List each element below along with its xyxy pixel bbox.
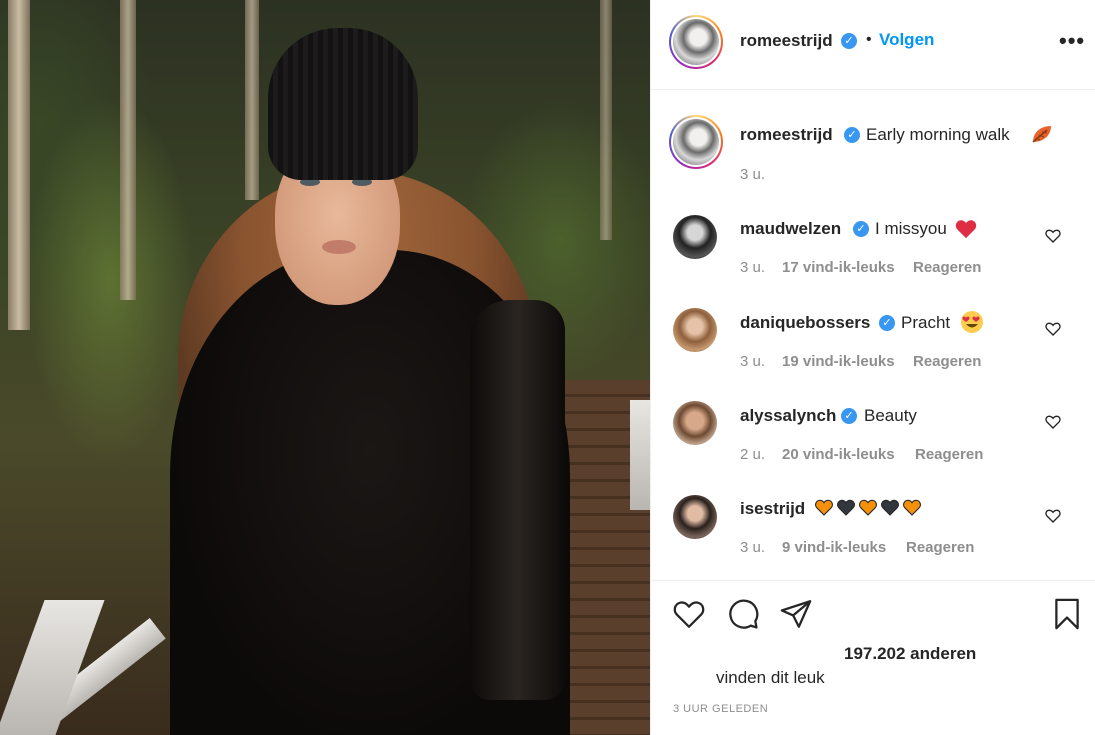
- caption-text: Early morning walk: [866, 125, 1010, 144]
- comment-text: I missyou: [875, 219, 947, 238]
- comment-likes[interactable]: 19 vind-ik-leuks: [782, 353, 895, 370]
- comment-text: Beauty: [864, 406, 917, 425]
- comment-avatar[interactable]: [673, 215, 717, 259]
- comment-likes[interactable]: 17 vind-ik-leuks: [782, 259, 895, 276]
- verified-badge-icon: ✓: [879, 315, 895, 331]
- comment-time: 3 u.: [740, 259, 766, 276]
- reply-button[interactable]: Reageren: [906, 539, 974, 556]
- heart-icon[interactable]: [672, 597, 706, 631]
- comment-username[interactable]: alyssalynch: [740, 406, 836, 426]
- post-timestamp[interactable]: 3 UUR GELEDEN: [673, 703, 768, 715]
- verified-badge-icon: ✓: [841, 408, 857, 424]
- caption-username[interactable]: romeestrijd: [740, 125, 833, 145]
- hearts-emoji-row-icon: [815, 499, 925, 520]
- share-icon[interactable]: [779, 597, 813, 631]
- tree-trunk: [245, 0, 259, 200]
- railing-post: [630, 400, 650, 510]
- reply-button[interactable]: Reageren: [915, 446, 983, 463]
- separator-dot: •: [866, 31, 872, 48]
- orange-heart-icon: [815, 499, 833, 516]
- coat-sleeve: [470, 300, 565, 700]
- tree-trunk: [600, 0, 612, 240]
- avatar: [673, 19, 719, 65]
- likes-suffix: vinden dit leuk: [716, 668, 825, 687]
- caption-time: 3 u.: [740, 166, 766, 183]
- post-header: romeestrijd ✓ • Volgen •••: [651, 0, 1095, 90]
- caption-avatar[interactable]: [669, 115, 723, 169]
- red-heart-emoji-icon: [955, 219, 977, 244]
- tree-trunk: [8, 0, 30, 330]
- beanie: [268, 28, 418, 180]
- comment-icon[interactable]: [726, 597, 760, 631]
- like-comment-heart-icon[interactable]: [1045, 508, 1061, 524]
- likes-count[interactable]: 197.202 anderen: [844, 644, 976, 664]
- comment-username[interactable]: isestrijd: [740, 499, 805, 519]
- comment-username[interactable]: daniquebossers: [740, 313, 870, 333]
- comment-time: 2 u.: [740, 446, 766, 463]
- like-comment-heart-icon[interactable]: [1045, 321, 1061, 337]
- comment-avatar[interactable]: [673, 308, 717, 352]
- bookmark-icon[interactable]: [1050, 597, 1084, 631]
- avatar: [673, 119, 719, 165]
- verified-badge-icon: ✓: [841, 33, 857, 49]
- author-avatar[interactable]: [669, 15, 723, 69]
- follow-button[interactable]: Volgen: [879, 30, 934, 50]
- like-comment-heart-icon[interactable]: [1045, 228, 1061, 244]
- orange-heart-icon: [859, 499, 877, 516]
- verified-badge-icon: ✓: [853, 221, 869, 237]
- black-heart-icon: [881, 499, 899, 516]
- verified-badge-icon: ✓: [844, 127, 860, 143]
- author-username[interactable]: romeestrijd: [740, 31, 833, 51]
- leaf-icon: [1031, 124, 1053, 144]
- like-comment-heart-icon[interactable]: [1045, 414, 1061, 430]
- reply-button[interactable]: Reageren: [913, 353, 981, 370]
- heart-eyes-emoji-icon: [960, 310, 984, 339]
- comment-time: 3 u.: [740, 539, 766, 556]
- reply-button[interactable]: Reageren: [913, 259, 981, 276]
- black-heart-icon: [837, 499, 855, 516]
- post-actions: 197.202 anderen vinden dit leuk 3 UUR GE…: [651, 580, 1095, 735]
- comment-time: 3 u.: [740, 353, 766, 370]
- comment-likes[interactable]: 20 vind-ik-leuks: [782, 446, 895, 463]
- comment-text: Pracht: [901, 313, 951, 332]
- comment-avatar[interactable]: [673, 495, 717, 539]
- orange-heart-icon: [903, 499, 921, 516]
- lips: [322, 240, 356, 254]
- comment-username[interactable]: maudwelzen: [740, 219, 841, 239]
- post-panel: romeestrijd ✓ • Volgen ••• romeestrijd ✓…: [650, 0, 1095, 735]
- comment-avatar[interactable]: [673, 401, 717, 445]
- tree-trunk: [120, 0, 136, 300]
- more-options-icon[interactable]: •••: [1059, 28, 1085, 54]
- post-photo[interactable]: [0, 0, 650, 735]
- comment-likes[interactable]: 9 vind-ik-leuks: [782, 539, 886, 556]
